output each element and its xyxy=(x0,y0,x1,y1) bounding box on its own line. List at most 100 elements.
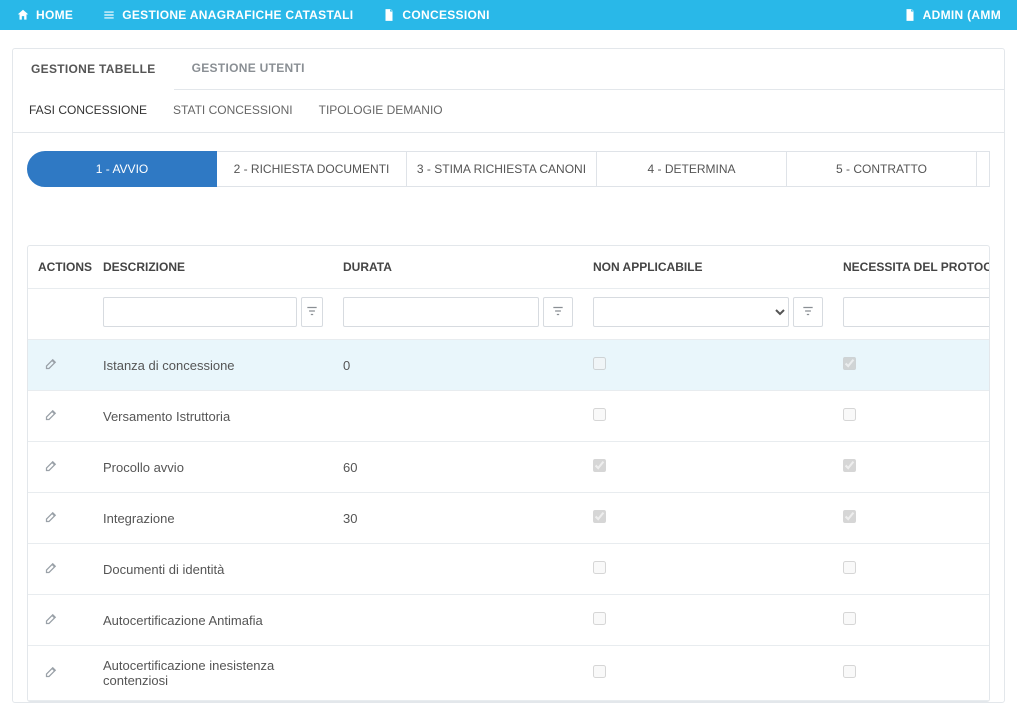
tab-label: GESTIONE UTENTI xyxy=(192,61,305,75)
subtab-fasi-concessione[interactable]: FASI CONCESSIONE xyxy=(27,97,149,125)
cell-descrizione: Integrazione xyxy=(103,511,175,526)
cell-protocollo-checkbox xyxy=(843,510,856,523)
list-icon xyxy=(102,8,116,22)
phase-label: 1 - AVVIO xyxy=(96,162,148,176)
col-protocollo[interactable]: NECESSITA DEL PROTOCOLLO xyxy=(833,246,990,289)
cell-non-applicabile-checkbox xyxy=(593,612,606,625)
filter-descrizione-input[interactable] xyxy=(103,297,297,327)
nav-anagrafiche-label: GESTIONE ANAGRAFICHE CATASTALI xyxy=(122,8,353,22)
cell-durata: 60 xyxy=(343,460,357,475)
cell-descrizione: Autocertificazione inesistenza contenzio… xyxy=(103,658,274,688)
phase-tabs: 1 - AVVIO 2 - RICHIESTA DOCUMENTI 3 - ST… xyxy=(27,151,990,187)
subtab-label: STATI CONCESSIONI xyxy=(173,103,293,117)
cell-durata: 30 xyxy=(343,511,357,526)
phase-label: 3 - STIMA RICHIESTA CANONI xyxy=(417,162,586,176)
col-descrizione[interactable]: DESCRIZIONE xyxy=(93,246,333,289)
edit-button[interactable] xyxy=(38,607,64,633)
filter-protocollo-input[interactable] xyxy=(843,297,990,327)
subtab-label: FASI CONCESSIONE xyxy=(29,103,147,117)
cell-descrizione: Istanza di concessione xyxy=(103,358,235,373)
cell-non-applicabile-checkbox xyxy=(593,665,606,678)
nav-home[interactable]: HOME xyxy=(6,0,83,30)
nav-home-label: HOME xyxy=(36,8,73,22)
table-row: Autocertificazione Antimafia xyxy=(28,595,990,646)
cell-protocollo-checkbox xyxy=(843,612,856,625)
filter-icon xyxy=(551,304,565,321)
nav-anagrafiche[interactable]: GESTIONE ANAGRAFICHE CATASTALI xyxy=(92,0,363,30)
tab-label: GESTIONE TABELLE xyxy=(31,62,156,76)
cell-non-applicabile-checkbox xyxy=(593,408,606,421)
subtab-tipologie-demanio[interactable]: TIPOLOGIE DEMANIO xyxy=(317,97,445,125)
document-icon xyxy=(903,8,917,22)
table-row: Procollo avvio 60 xyxy=(28,442,990,493)
document-icon xyxy=(382,8,396,22)
filter-non-applicabile-select[interactable] xyxy=(593,297,789,327)
subtab-label: TIPOLOGIE DEMANIO xyxy=(319,103,443,117)
filter-durata-input[interactable] xyxy=(343,297,539,327)
cell-protocollo-checkbox xyxy=(843,665,856,678)
cell-descrizione: Procollo avvio xyxy=(103,460,184,475)
col-non-applicabile[interactable]: NON APPLICABILE xyxy=(583,246,833,289)
tab-gestione-tabelle[interactable]: GESTIONE TABELLE xyxy=(13,50,174,90)
cell-descrizione: Autocertificazione Antimafia xyxy=(103,613,263,628)
table-row: Versamento Istruttoria xyxy=(28,391,990,442)
pencil-icon xyxy=(44,356,59,374)
pencil-icon xyxy=(44,407,59,425)
cell-protocollo-checkbox xyxy=(843,561,856,574)
header-row: ACTIONS DESCRIZIONE DURATA NON APPLICABI… xyxy=(28,246,990,289)
phase-3-stima-richiesta-canoni[interactable]: 3 - STIMA RICHIESTA CANONI xyxy=(407,151,597,187)
col-durata[interactable]: DURATA xyxy=(333,246,583,289)
primary-tabs: GESTIONE TABELLE GESTIONE UTENTI xyxy=(13,49,1004,90)
phase-5-contratto[interactable]: 5 - CONTRATTO xyxy=(787,151,977,187)
cell-non-applicabile-checkbox xyxy=(593,561,606,574)
phase-label: 5 - CONTRATTO xyxy=(836,162,927,176)
phase-label: 2 - RICHIESTA DOCUMENTI xyxy=(234,162,390,176)
nav-concessioni[interactable]: CONCESSIONI xyxy=(372,0,499,30)
edit-button[interactable] xyxy=(38,352,64,378)
cell-non-applicabile-checkbox xyxy=(593,510,606,523)
filter-row xyxy=(28,289,990,340)
pencil-icon xyxy=(44,664,59,682)
cell-protocollo-checkbox xyxy=(843,459,856,472)
tab-gestione-utenti[interactable]: GESTIONE UTENTI xyxy=(174,49,323,89)
cell-non-applicabile-checkbox xyxy=(593,459,606,472)
edit-button[interactable] xyxy=(38,505,64,531)
phase-4-determina[interactable]: 4 - DETERMINA xyxy=(597,151,787,187)
pencil-icon xyxy=(44,509,59,527)
filter-non-applicabile-menu[interactable] xyxy=(793,297,823,327)
nav-user[interactable]: ADMIN (AMM xyxy=(893,0,1011,30)
nav-concessioni-label: CONCESSIONI xyxy=(402,8,489,22)
phase-1-avvio[interactable]: 1 - AVVIO xyxy=(27,151,217,187)
pencil-icon xyxy=(44,560,59,578)
filter-icon xyxy=(801,304,815,321)
cell-protocollo-checkbox xyxy=(843,357,856,370)
grid: ACTIONS DESCRIZIONE DURATA NON APPLICABI… xyxy=(27,245,990,702)
cell-descrizione: Documenti di identità xyxy=(103,562,224,577)
subtab-stati-concessioni[interactable]: STATI CONCESSIONI xyxy=(171,97,295,125)
main-card: GESTIONE TABELLE GESTIONE UTENTI FASI CO… xyxy=(12,48,1005,703)
home-icon xyxy=(16,8,30,22)
filter-icon xyxy=(305,304,319,321)
edit-button[interactable] xyxy=(38,403,64,429)
pencil-icon xyxy=(44,458,59,476)
cell-non-applicabile-checkbox xyxy=(593,357,606,370)
phase-more[interactable] xyxy=(977,151,990,187)
edit-button[interactable] xyxy=(38,660,64,686)
cell-descrizione: Versamento Istruttoria xyxy=(103,409,230,424)
phase-label: 4 - DETERMINA xyxy=(647,162,735,176)
filter-durata-menu[interactable] xyxy=(543,297,573,327)
cell-durata: 0 xyxy=(343,358,350,373)
filter-descrizione-menu[interactable] xyxy=(301,297,323,327)
edit-button[interactable] xyxy=(38,556,64,582)
secondary-tabs: FASI CONCESSIONE STATI CONCESSIONI TIPOL… xyxy=(13,90,1004,133)
cell-protocollo-checkbox xyxy=(843,408,856,421)
nav-user-label: ADMIN (AMM xyxy=(923,8,1001,22)
edit-button[interactable] xyxy=(38,454,64,480)
table-row: Autocertificazione inesistenza contenzio… xyxy=(28,646,990,701)
pencil-icon xyxy=(44,611,59,629)
phase-2-richiesta-documenti[interactable]: 2 - RICHIESTA DOCUMENTI xyxy=(217,151,407,187)
table-row: Documenti di identità xyxy=(28,544,990,595)
topbar: HOME GESTIONE ANAGRAFICHE CATASTALI CONC… xyxy=(0,0,1017,30)
col-actions[interactable]: ACTIONS xyxy=(28,246,93,289)
table-row: Istanza di concessione 0 xyxy=(28,340,990,391)
